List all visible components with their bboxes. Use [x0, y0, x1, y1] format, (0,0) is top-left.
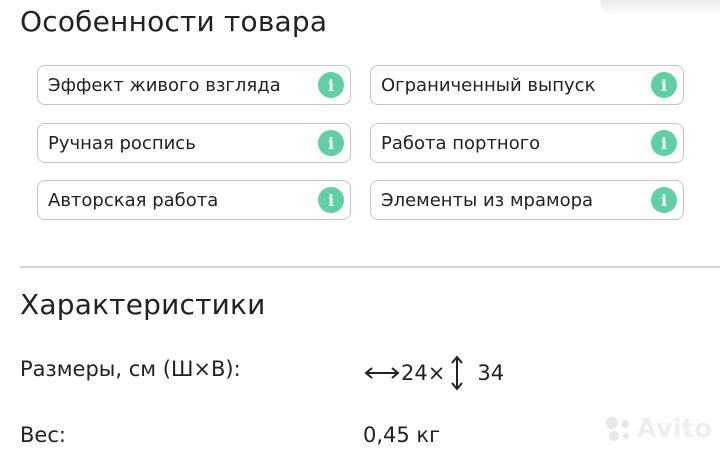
feature-label: Авторская работа — [48, 189, 219, 211]
feature-chip-limited-edition[interactable]: Ограниченный выпуск i — [370, 65, 684, 105]
feature-chip-live-eyes[interactable]: Эффект живого взгляда i — [37, 65, 351, 105]
feature-label: Элементы из мрамора — [381, 189, 594, 211]
size-width: 24× — [401, 361, 446, 385]
corner-shadow — [600, 0, 720, 16]
info-icon[interactable]: i — [318, 130, 344, 156]
info-icon[interactable]: i — [651, 187, 677, 213]
feature-label: Эффект живого взгляда — [48, 74, 281, 96]
width-arrow-icon — [364, 367, 400, 379]
weight-label: Вес: — [20, 423, 66, 447]
specs-title: Характеристики — [20, 288, 266, 321]
feature-label: Работа портного — [381, 132, 541, 154]
height-arrow-icon — [451, 355, 464, 391]
feature-chip-marble-elements[interactable]: Элементы из мрамора i — [370, 180, 684, 220]
size-label: Размеры, см (Ш×В): — [20, 357, 241, 381]
info-icon[interactable]: i — [318, 187, 344, 213]
feature-chip-tailor-work[interactable]: Работа портного i — [370, 123, 684, 163]
features-title: Особенности товара — [20, 5, 328, 38]
section-divider — [20, 266, 720, 268]
feature-chip-hand-painted[interactable]: Ручная роспись i — [37, 123, 351, 163]
feature-chip-author-work[interactable]: Авторская работа i — [37, 180, 351, 220]
avito-watermark: Avito — [603, 414, 712, 444]
watermark-text: Avito — [636, 414, 712, 444]
info-icon[interactable]: i — [651, 72, 677, 98]
size-value: 24× 34 — [363, 355, 504, 391]
feature-label: Ручная роспись — [48, 132, 196, 154]
info-icon[interactable]: i — [318, 72, 344, 98]
feature-label: Ограниченный выпуск — [381, 74, 596, 96]
size-height: 34 — [477, 361, 505, 385]
weight-value: 0,45 кг — [363, 423, 441, 447]
info-icon[interactable]: i — [651, 130, 677, 156]
avito-logo-icon — [605, 417, 629, 441]
